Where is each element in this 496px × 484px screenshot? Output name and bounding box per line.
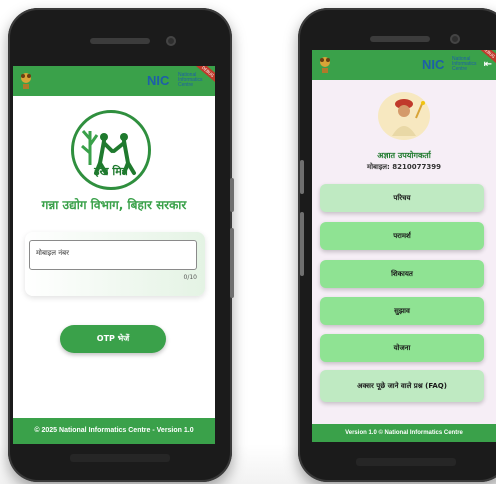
mobile-input[interactable]: मोबाइल नंबर [29,240,197,270]
volume-button [300,212,304,276]
menu-consultation-button[interactable]: परामर्श [320,222,484,250]
earpiece [370,36,430,42]
nic-logo-sub-3: Centre [452,66,468,72]
char-counter: 0/10 [183,274,197,281]
earpiece [90,38,150,44]
front-camera [450,34,460,44]
user-mobile: मोबाइल: 8210077399 [367,163,441,171]
emblem-icon [320,57,330,73]
app-bar: NIC National Informatics Centre ⇤ DEBUG [312,50,496,80]
app-name: ईख मित्र [94,165,128,178]
department-title: गन्ना उद्योग विभाग, बिहार सरकार [41,198,187,212]
user-name: अज्ञात उपयोगकर्ता [377,151,431,160]
menu-complaint-button[interactable]: शिकायत [320,260,484,288]
volume-button [230,228,234,298]
send-otp-button[interactable]: OTP भेजें [60,325,166,353]
home-screen: NIC National Informatics Centre ⇤ DEBUG … [312,50,496,442]
bottom-speaker [356,458,456,466]
bottom-speaker [70,454,170,462]
app-bar: NIC National Informatics Centre DEBUG [13,66,215,96]
front-camera [166,36,176,46]
logout-icon[interactable]: ⇤ [484,59,492,70]
nic-logo-sub-3: Centre [178,82,194,88]
menu-suggestion-button[interactable]: सुझाव [320,297,484,325]
menu-scheme-button[interactable]: योजना [320,334,484,362]
nic-logo: NIC [147,73,170,88]
nic-logo: NIC [422,57,445,72]
avatar [378,92,430,140]
emblem-icon [21,73,31,89]
farmer-avatar-icon [392,99,425,136]
power-button [300,160,304,194]
power-button [230,178,234,212]
footer: Version 1.0 © National Informatics Centr… [312,424,496,442]
mobile-card: मोबाइल नंबर 0/10 [25,232,205,296]
menu-faq-button[interactable]: अक्सर पूछे जाने वाले प्रश्न (FAQ) [320,370,484,402]
footer: © 2025 National Informatics Centre - Ver… [13,418,215,444]
menu-intro-button[interactable]: परिचय [320,184,484,212]
login-screen: NIC National Informatics Centre DEBUG ईख… [13,66,215,444]
